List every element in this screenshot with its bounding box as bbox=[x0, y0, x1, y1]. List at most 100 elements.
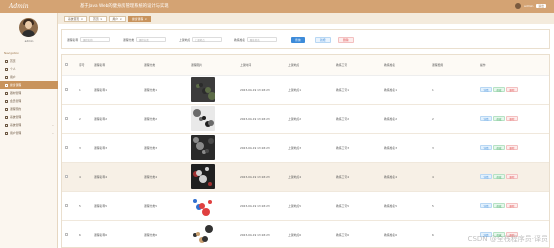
cell-place: 上课地点5 bbox=[285, 191, 333, 221]
search-label: 上课地点 bbox=[179, 37, 191, 42]
sidebar-menu: 首页个人用户 健身课程器材管理会员管理课程预约系统管理 系统管理 ⌄ 用户管理 ⌄ bbox=[0, 57, 58, 137]
row-delete-button[interactable]: 删除 bbox=[506, 203, 519, 208]
row-delete-button[interactable]: 删除 bbox=[506, 87, 519, 92]
sidebar-item[interactable]: 用户 bbox=[0, 73, 58, 81]
row-checkbox[interactable] bbox=[65, 232, 68, 236]
detail-button[interactable]: 详情 bbox=[480, 87, 493, 92]
row-delete-button[interactable]: 删除 bbox=[506, 145, 519, 150]
sidebar: admin Navigation 首页 个人 用户 健身课程 器材管理 会员管理 课程预约系… bbox=[0, 13, 58, 248]
row-delete-button[interactable]: 删除 bbox=[506, 116, 519, 121]
sidebar-item[interactable]: 系统管理 ⌄ bbox=[0, 121, 58, 129]
edit-button[interactable]: 修改 bbox=[493, 203, 506, 208]
edit-button[interactable]: 修改 bbox=[493, 87, 506, 92]
cell-place: 上课地点3 bbox=[285, 133, 333, 163]
cell-actions: 详情 修改 删除 bbox=[477, 191, 549, 221]
menu-icon bbox=[5, 83, 8, 87]
cell-name: 课程名称3 bbox=[91, 133, 141, 163]
cell-cat: 课程分类3 bbox=[141, 133, 188, 163]
sidebar-item[interactable]: 个人 bbox=[0, 65, 58, 73]
cell-coach: 教练姓名4 bbox=[381, 162, 429, 192]
select-all-checkbox[interactable] bbox=[65, 62, 68, 66]
table-row[interactable]: 2 课程名称2 课程分类2 2023-04-19 13:18:23 上课地点2 教练工号2… bbox=[62, 104, 549, 134]
close-icon[interactable]: × bbox=[81, 17, 83, 21]
row-checkbox[interactable] bbox=[65, 203, 68, 207]
cell-time: 2023-04-19 13:18:23 bbox=[237, 191, 285, 221]
sidebar-item[interactable]: 首页 bbox=[0, 57, 58, 65]
search-button[interactable]: 查询 bbox=[291, 36, 305, 43]
menu-icon bbox=[5, 59, 8, 63]
detail-button[interactable]: 详情 bbox=[480, 203, 493, 208]
cell-select bbox=[62, 104, 76, 134]
logout-button[interactable]: 退出 bbox=[536, 4, 546, 8]
cell-idx: 1 bbox=[76, 75, 91, 105]
course-image bbox=[191, 77, 215, 102]
course-image bbox=[191, 193, 215, 218]
search-input[interactable]: 课程分类 bbox=[136, 37, 167, 42]
cell-place: 上课地点2 bbox=[285, 104, 333, 134]
column-header: 课程费用 bbox=[429, 55, 477, 76]
cell-idx: 4 bbox=[76, 162, 91, 192]
row-checkbox[interactable] bbox=[65, 174, 68, 178]
search-label: 课程分类 bbox=[123, 37, 135, 42]
search-label: 教练姓名 bbox=[234, 37, 246, 42]
cell-coach: 教练姓名1 bbox=[381, 75, 429, 105]
avatar[interactable] bbox=[514, 3, 521, 9]
search-input[interactable]: 上课地点 bbox=[192, 37, 223, 42]
column-header: 上课时间 bbox=[237, 55, 285, 76]
sidebar-item[interactable]: 用户管理 ⌄ bbox=[0, 129, 58, 137]
tab[interactable]: 系统首页 × bbox=[64, 15, 88, 22]
column-header: 教练姓名 bbox=[381, 55, 429, 76]
column-header: 课程图片 bbox=[188, 55, 237, 76]
sidebar-item-label: 课程预约 bbox=[10, 107, 22, 111]
chevron-down-icon: ⌄ bbox=[51, 123, 54, 127]
close-icon[interactable]: × bbox=[120, 17, 122, 21]
table-row[interactable]: 3 课程名称3 课程分类3 2023-04-19 13:18:23 上课地点3 教练工号3… bbox=[62, 133, 549, 163]
cell-idx: 5 bbox=[76, 191, 91, 221]
add-button[interactable]: 新增 bbox=[315, 36, 331, 43]
cell-name: 课程名称6 bbox=[91, 220, 141, 247]
tab[interactable]: 首页 × bbox=[89, 15, 107, 22]
sidebar-item-label: 个人 bbox=[10, 67, 16, 71]
sidebar-item-label: 器材管理 bbox=[10, 91, 22, 95]
cell-select bbox=[62, 220, 76, 247]
column-header: 课程名称 bbox=[91, 55, 141, 76]
sidebar-item[interactable]: 会员管理 bbox=[0, 97, 58, 105]
cell-time: 2023-04-19 13:18:23 bbox=[237, 75, 285, 105]
table-row[interactable]: 4 课程名称4 课程分类4 2023-04-19 13:18:23 上课地点4 教练工号4… bbox=[62, 162, 549, 192]
column-header: 操作 bbox=[477, 55, 549, 76]
tab[interactable]: 用户 × bbox=[108, 15, 126, 22]
row-delete-button[interactable]: 删除 bbox=[506, 174, 519, 179]
detail-button[interactable]: 详情 bbox=[480, 174, 493, 179]
edit-button[interactable]: 修改 bbox=[493, 116, 506, 121]
cell-fee: 4 bbox=[429, 162, 477, 192]
row-checkbox[interactable] bbox=[65, 87, 68, 91]
search-input[interactable]: 课程名称 bbox=[80, 37, 111, 42]
sidebar-item[interactable]: 器材管理 bbox=[0, 89, 58, 97]
table-row[interactable]: 1 课程名称1 课程分类1 2023-04-19 13:18:23 上课地点1 教练工号1… bbox=[62, 75, 549, 105]
column-header bbox=[62, 55, 76, 76]
detail-button[interactable]: 详情 bbox=[480, 116, 493, 121]
tab-label: 用户 bbox=[112, 16, 119, 21]
sidebar-item[interactable]: 健身课程 bbox=[0, 81, 58, 89]
edit-button[interactable]: 修改 bbox=[493, 145, 506, 150]
edit-button[interactable]: 修改 bbox=[493, 174, 506, 179]
tab[interactable]: 健身课程 × bbox=[127, 15, 151, 22]
delete-button[interactable]: 删除 bbox=[338, 36, 354, 43]
close-icon[interactable]: × bbox=[100, 17, 102, 21]
row-checkbox[interactable] bbox=[65, 116, 68, 120]
sidebar-item[interactable]: 课程预约 bbox=[0, 105, 58, 113]
watermark: CSDN @全栈程序员·译员 bbox=[467, 235, 548, 243]
sidebar-avatar bbox=[19, 18, 38, 37]
top-bar: Admin 基于Java Web的健身房管理系统的设计与实现 admin 退出 bbox=[0, 0, 554, 13]
cell-place: 上课地点6 bbox=[285, 220, 333, 247]
close-icon[interactable]: × bbox=[145, 17, 147, 21]
sidebar-item[interactable]: 系统管理 bbox=[0, 113, 58, 121]
table-row[interactable]: 5 课程名称5 课程分类5 2023-04-19 13:18:23 上课地点5 教练工号5… bbox=[62, 191, 549, 221]
detail-button[interactable]: 详情 bbox=[480, 145, 493, 150]
cell-coach: 教练姓名6 bbox=[381, 220, 429, 247]
column-header: 课程分类 bbox=[141, 55, 188, 76]
search-input[interactable]: 教练姓名 bbox=[247, 37, 278, 42]
cell-idx: 3 bbox=[76, 133, 91, 163]
cell-cat: 课程分类1 bbox=[141, 75, 188, 105]
row-checkbox[interactable] bbox=[65, 145, 68, 149]
